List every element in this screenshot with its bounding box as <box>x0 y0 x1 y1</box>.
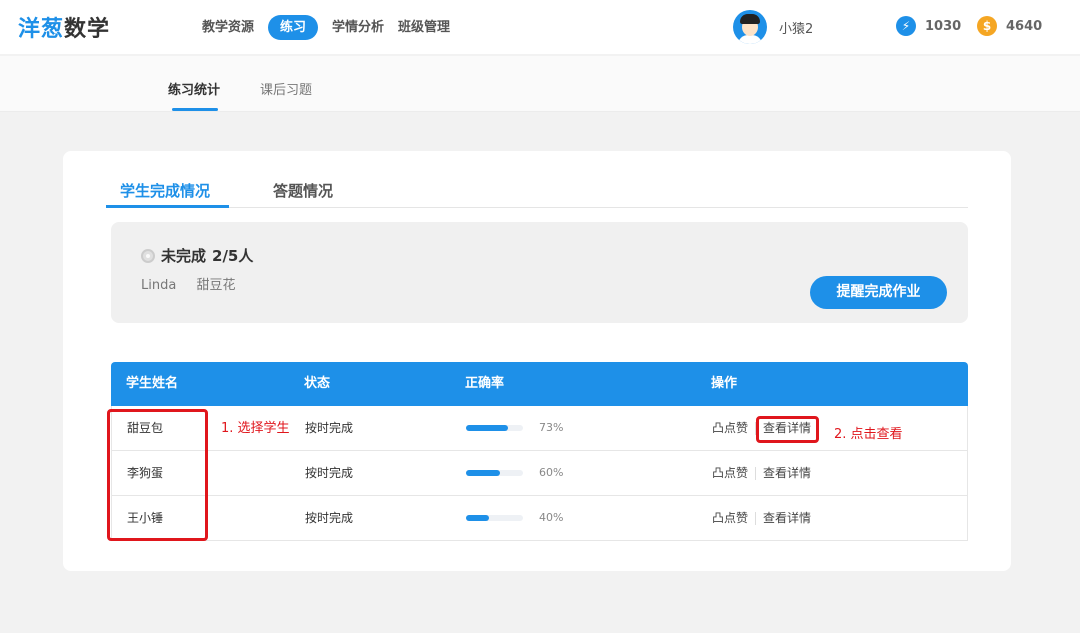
coin-icon: $ <box>977 16 997 36</box>
tab-answer-status[interactable]: 答题情况 <box>273 180 333 201</box>
accuracy-bar-fill <box>466 470 501 476</box>
annotation-step-1: 1. 选择学生 <box>221 421 290 436</box>
incomplete-status: 未完成 2/5人 <box>141 245 253 266</box>
sub-nav: 练习统计 课后习题 <box>0 56 1080 112</box>
header-actions: 操作 <box>711 376 738 391</box>
accuracy-text: 73% <box>539 421 564 434</box>
lightning-icon: ⚡ <box>896 16 916 36</box>
incomplete-names: Linda 甜豆花 <box>141 274 251 293</box>
accuracy-text: 40% <box>539 511 564 524</box>
coin-value: 4640 <box>1006 18 1043 34</box>
annotation-box-select-student <box>107 409 208 541</box>
annotation-step-2: 2. 点击查看 <box>834 427 903 442</box>
accuracy-bar-fill <box>466 425 508 431</box>
table-row[interactable]: 李狗蛋 按时完成 60% 凸点赞 查看详情 <box>111 451 968 496</box>
subtab-active-indicator <box>172 108 218 111</box>
student-status: 按时完成 <box>305 421 354 435</box>
like-button[interactable]: 凸点赞 <box>712 406 748 450</box>
header-student-name: 学生姓名 <box>126 376 179 391</box>
remind-complete-button[interactable]: 提醒完成作业 <box>810 276 947 309</box>
table-header: 学生姓名 状态 正确率 操作 <box>111 362 968 406</box>
logo-part-1: 洋葱 <box>18 17 65 42</box>
accuracy-bar <box>466 470 523 476</box>
username: 小猿2 <box>779 21 814 37</box>
accuracy-text: 60% <box>539 466 564 479</box>
view-details-link[interactable]: 查看详情 <box>763 451 811 495</box>
coin-counter: $ 4640 <box>977 16 1042 36</box>
like-button[interactable]: 凸点赞 <box>712 496 748 540</box>
nav-teaching-resources[interactable]: 教学资源 <box>202 15 254 40</box>
accuracy-bar <box>466 425 523 431</box>
nav-class-management[interactable]: 班级管理 <box>398 15 450 40</box>
nav-practice[interactable]: 练习 <box>268 15 319 40</box>
incomplete-student-name: 甜豆花 <box>196 278 236 293</box>
energy-counter: ⚡ 1030 <box>896 16 961 36</box>
tab-student-completion[interactable]: 学生完成情况 <box>120 180 210 201</box>
like-button[interactable]: 凸点赞 <box>712 451 748 495</box>
student-status: 按时完成 <box>305 511 354 525</box>
energy-value: 1030 <box>925 18 962 34</box>
logo-part-2: 数学 <box>64 17 111 42</box>
status-count: 2/5人 <box>212 247 254 265</box>
nav-learning-analysis[interactable]: 学情分析 <box>332 15 384 40</box>
accuracy-bar-fill <box>466 515 489 521</box>
table-row[interactable]: 王小锤 按时完成 40% 凸点赞 查看详情 <box>111 496 968 541</box>
annotation-box-view-details <box>756 416 819 443</box>
main-nav: 教学资源 练习 学情分析 班级管理 <box>202 15 464 40</box>
subtab-homework[interactable]: 课后习题 <box>260 79 312 98</box>
header-status: 状态 <box>304 376 331 391</box>
student-status: 按时完成 <box>305 466 354 480</box>
tab-active-indicator <box>106 205 229 208</box>
accuracy-bar <box>466 515 523 521</box>
status-label: 未完成 <box>161 247 207 265</box>
action-divider <box>755 512 756 525</box>
subtab-practice-stats[interactable]: 练习统计 <box>168 79 220 98</box>
action-divider <box>755 467 756 480</box>
status-dot-icon <box>141 248 155 263</box>
header-accuracy: 正确率 <box>465 376 505 391</box>
logo[interactable]: 洋葱数学 <box>18 11 110 43</box>
top-bar: 洋葱数学 教学资源 练习 学情分析 班级管理 小猿2 ⚡ 1030 $ 4640 <box>0 0 1080 54</box>
user-menu[interactable]: 小猿2 <box>733 10 813 44</box>
student-table: 学生姓名 状态 正确率 操作 甜豆包 按时完成 73% 凸点赞 查看详情 李狗蛋… <box>111 362 968 541</box>
incomplete-student-name: Linda <box>141 278 177 293</box>
view-details-link[interactable]: 查看详情 <box>763 496 811 540</box>
avatar[interactable] <box>733 10 767 44</box>
card-tabs: 学生完成情况 答题情况 <box>106 177 968 208</box>
incomplete-summary: 未完成 2/5人 Linda 甜豆花 提醒完成作业 <box>111 222 968 323</box>
